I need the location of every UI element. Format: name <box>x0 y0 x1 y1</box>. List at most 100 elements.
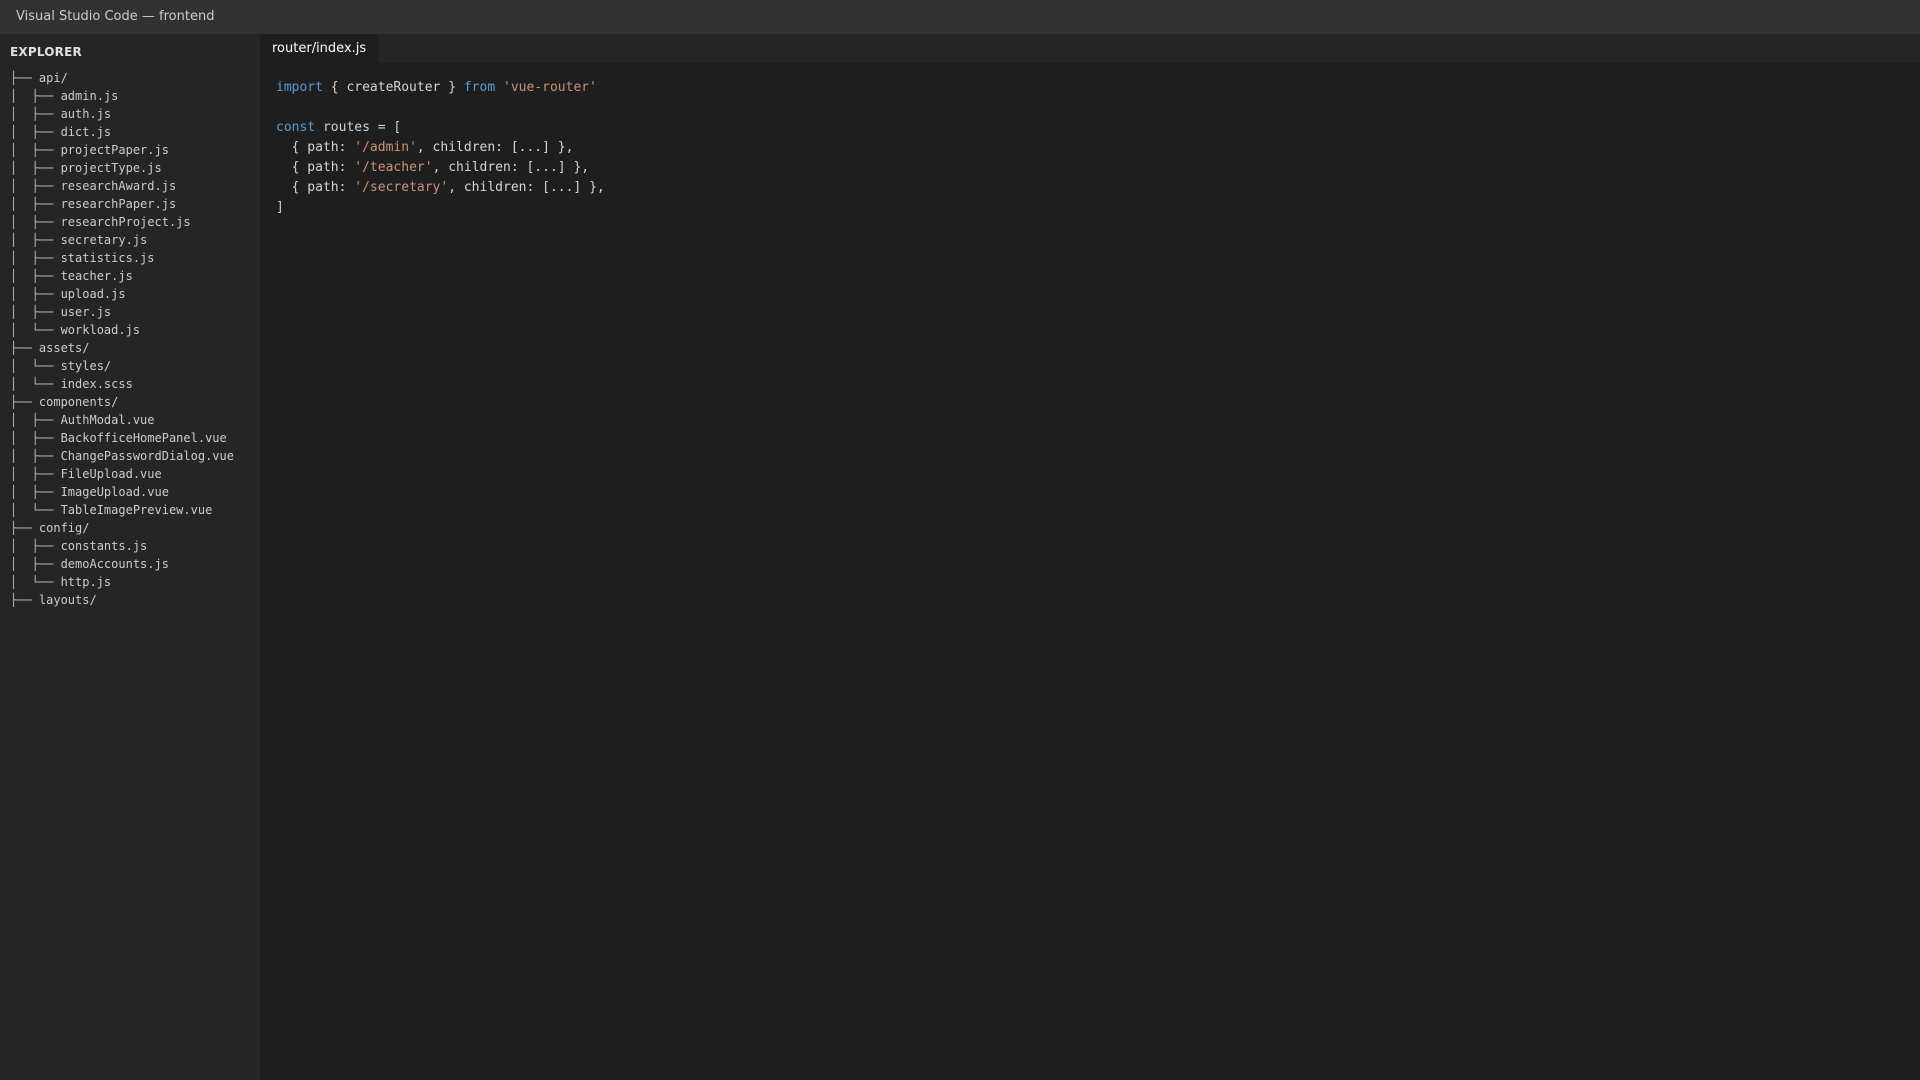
tree-folder[interactable]: ├── config/ <box>10 519 234 537</box>
tree-folder[interactable]: ├── api/ <box>10 69 234 87</box>
tree-item-label: FileUpload.vue <box>60 467 162 481</box>
code-token: ] <box>276 200 284 215</box>
tree-guide: │ ├── <box>10 143 61 157</box>
tree-item-label: upload.js <box>60 287 126 301</box>
tree-item-label: user.js <box>60 305 112 319</box>
tree-guide: ├── <box>10 593 39 607</box>
code-line: { path: '/secretary', children: [...] }, <box>276 178 605 198</box>
tree-file[interactable]: │ ├── user.js <box>10 303 234 321</box>
vscode-window: Visual Studio Code — frontend EXPLORER ├… <box>0 0 1920 1080</box>
tree-guide: ├── <box>10 521 39 535</box>
tree-file[interactable]: │ ├── admin.js <box>10 87 234 105</box>
tree-guide: │ ├── <box>10 125 61 139</box>
tree-guide: │ ├── <box>10 179 61 193</box>
code-editor[interactable]: import { createRouter } from 'vue-router… <box>260 63 1920 1080</box>
tree-item-label: researchAward.js <box>60 179 177 193</box>
editor-tab-bar: router/index.js <box>260 34 1920 63</box>
code-keyword: import <box>276 80 323 95</box>
tree-item-label: AuthModal.vue <box>60 413 155 427</box>
tree-item-label: config/ <box>38 521 90 535</box>
tree-file[interactable]: │ ├── teacher.js <box>10 267 234 285</box>
tree-file[interactable]: │ ├── AuthModal.vue <box>10 411 234 429</box>
code-line: { path: '/teacher', children: [...] }, <box>276 158 605 178</box>
tree-file[interactable]: │ ├── projectPaper.js <box>10 141 234 159</box>
tree-guide: │ ├── <box>10 107 61 121</box>
tree-guide: │ ├── <box>10 251 61 265</box>
tree-item-label: projectType.js <box>60 161 162 175</box>
tree-file[interactable]: │ ├── dict.js <box>10 123 234 141</box>
tree-file[interactable]: │ └── http.js <box>10 573 234 591</box>
tree-item-label: ChangePasswordDialog.vue <box>60 449 234 463</box>
tree-guide: │ └── <box>10 323 61 337</box>
tree-guide: │ ├── <box>10 485 61 499</box>
tree-folder[interactable]: │ └── styles/ <box>10 357 234 375</box>
tree-file[interactable]: │ ├── projectType.js <box>10 159 234 177</box>
tree-file[interactable]: │ ├── researchPaper.js <box>10 195 234 213</box>
tree-guide: │ ├── <box>10 89 61 103</box>
tree-item-label: researchPaper.js <box>60 197 177 211</box>
tree-guide: │ ├── <box>10 431 61 445</box>
tree-item-label: dict.js <box>60 125 112 139</box>
code-string: '/teacher' <box>354 160 433 175</box>
tree-guide: │ ├── <box>10 557 61 571</box>
tree-file[interactable]: │ ├── BackofficeHomePanel.vue <box>10 429 234 447</box>
tree-folder[interactable]: ├── assets/ <box>10 339 234 357</box>
tree-guide: │ ├── <box>10 305 61 319</box>
tree-file[interactable]: │ ├── auth.js <box>10 105 234 123</box>
tree-item-label: assets/ <box>38 341 90 355</box>
code-string: '/secretary' <box>354 180 449 195</box>
tree-folder[interactable]: ├── components/ <box>10 393 234 411</box>
tree-file[interactable]: │ └── workload.js <box>10 321 234 339</box>
explorer-header: EXPLORER <box>10 45 82 59</box>
tree-item-label: api/ <box>38 71 68 85</box>
tree-item-label: TableImagePreview.vue <box>60 503 213 517</box>
code-token: { path: <box>276 160 355 175</box>
code-token: { path: <box>276 140 355 155</box>
tree-file[interactable]: │ ├── ChangePasswordDialog.vue <box>10 447 234 465</box>
tree-item-label: auth.js <box>60 107 112 121</box>
code-token: , children: [...] }, <box>416 140 574 155</box>
tree-file[interactable]: │ └── TableImagePreview.vue <box>10 501 234 519</box>
tree-file[interactable]: │ ├── ImageUpload.vue <box>10 483 234 501</box>
tree-file[interactable]: │ ├── FileUpload.vue <box>10 465 234 483</box>
tree-folder[interactable]: ├── layouts/ <box>10 591 234 609</box>
code-token: routes = [ <box>315 120 402 135</box>
tree-file[interactable]: │ ├── statistics.js <box>10 249 234 267</box>
tree-file[interactable]: │ ├── researchProject.js <box>10 213 234 231</box>
tree-guide: │ ├── <box>10 215 61 229</box>
tab-router-index[interactable]: router/index.js <box>260 34 379 63</box>
tree-file[interactable]: │ ├── upload.js <box>10 285 234 303</box>
tree-item-label: components/ <box>38 395 119 409</box>
code-token: { createRouter } <box>322 80 464 95</box>
tree-file[interactable]: │ ├── secretary.js <box>10 231 234 249</box>
file-tree: ├── api/│ ├── admin.js │ ├── auth.js │ ├──… <box>0 69 234 609</box>
tree-file[interactable]: │ ├── researchAward.js <box>10 177 234 195</box>
tree-file[interactable]: │ ├── constants.js <box>10 537 234 555</box>
tree-guide: │ └── <box>10 575 61 589</box>
tree-guide: │ └── <box>10 503 61 517</box>
code-line: { path: '/admin', children: [...] }, <box>276 138 605 158</box>
tree-guide: │ ├── <box>10 287 61 301</box>
code-token: , children: [...] }, <box>432 160 590 175</box>
tree-guide: ├── <box>10 395 39 409</box>
tree-guide: │ └── <box>10 377 61 391</box>
tree-guide: │ ├── <box>10 269 61 283</box>
tree-item-label: demoAccounts.js <box>60 557 169 571</box>
code-token: , children: [...] }, <box>448 180 605 195</box>
tree-item-label: index.scss <box>60 377 133 391</box>
tree-item-label: secretary.js <box>60 233 148 247</box>
tree-item-label: workload.js <box>60 323 141 337</box>
tree-file[interactable]: │ ├── demoAccounts.js <box>10 555 234 573</box>
tree-file[interactable]: │ └── index.scss <box>10 375 234 393</box>
tree-item-label: http.js <box>60 575 112 589</box>
code-string: '/admin' <box>354 140 417 155</box>
tree-guide: │ ├── <box>10 413 61 427</box>
code-keyword: from <box>463 80 496 95</box>
tree-item-label: layouts/ <box>38 593 97 607</box>
window-title: Visual Studio Code — frontend <box>16 9 215 24</box>
code-content: import { createRouter } from 'vue-router… <box>276 78 605 218</box>
tree-guide: │ ├── <box>10 539 61 553</box>
tree-guide: │ ├── <box>10 467 61 481</box>
code-line: const routes = [ <box>276 118 605 138</box>
